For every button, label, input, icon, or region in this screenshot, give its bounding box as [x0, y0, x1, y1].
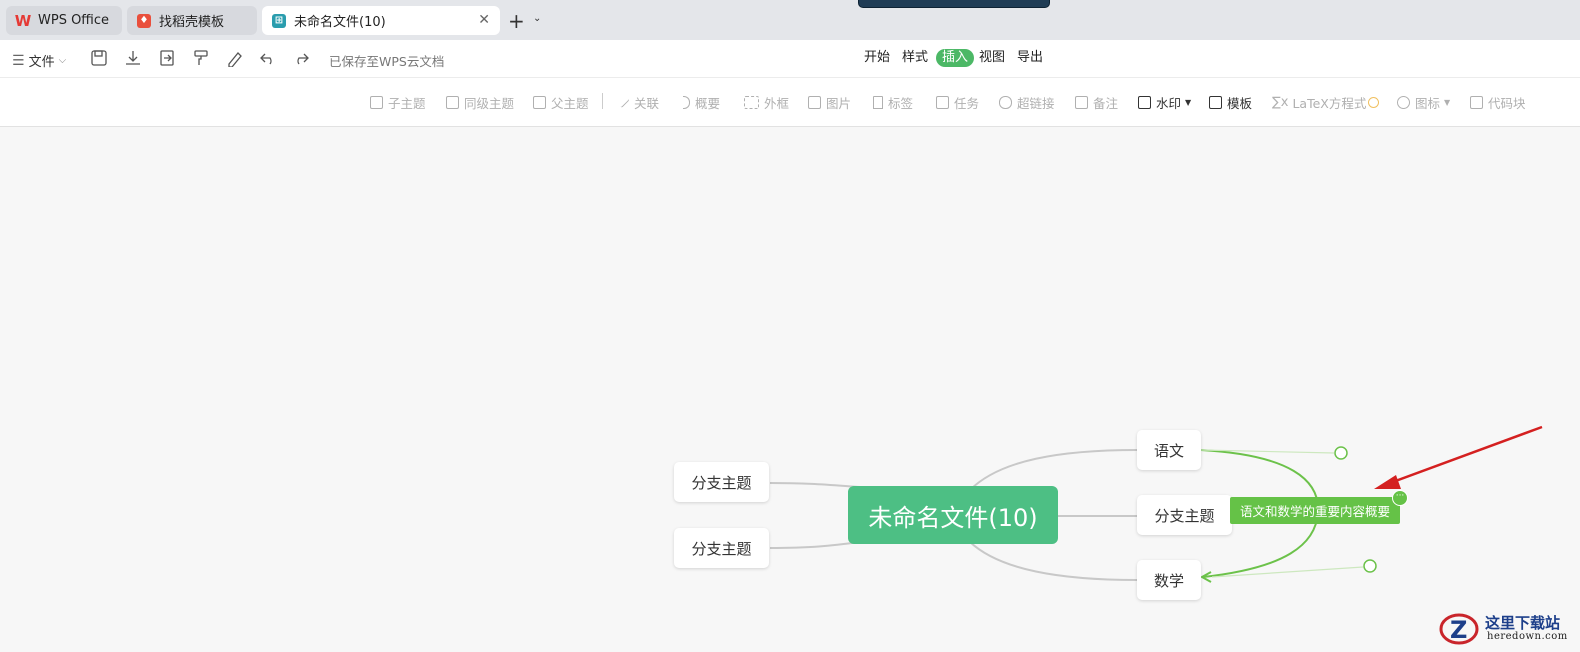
connector-left-bottom	[769, 541, 861, 549]
connector-left-top	[769, 482, 861, 488]
branch-topic-right[interactable]: 分支主题	[1137, 495, 1232, 535]
summary-label: 语文和数学的重要内容概要	[1239, 504, 1390, 519]
mindmap-connectors	[769, 425, 1543, 583]
connector-right-top	[969, 449, 1138, 491]
more-options-icon[interactable]: ···	[1392, 490, 1408, 506]
topic-math[interactable]: 数学	[1137, 560, 1201, 600]
site-watermark: Z 这里下载站 heredown.com	[1437, 609, 1577, 649]
summary-handle-top[interactable]	[1334, 446, 1348, 460]
site-logo-icon: Z	[1439, 613, 1479, 645]
root-topic[interactable]: 未命名文件(10)	[848, 486, 1058, 544]
summary-handle-bottom[interactable]	[1363, 559, 1377, 573]
branch-topic-left-2[interactable]: 分支主题	[674, 528, 769, 568]
topic-chinese[interactable]: 语文	[1137, 430, 1201, 470]
annotation-arrow-shaft	[1389, 425, 1543, 485]
watermark-url: heredown.com	[1487, 631, 1568, 642]
annotation-arrow-head	[1374, 475, 1401, 489]
branch-topic-left-1[interactable]: 分支主题	[674, 462, 769, 502]
svg-text:Z: Z	[1450, 616, 1467, 644]
summary-topic[interactable]: 语文和数学的重要内容概要 ···	[1230, 490, 1408, 524]
connector-right-bottom	[969, 541, 1138, 581]
watermark-title: 这里下载站	[1485, 614, 1561, 632]
